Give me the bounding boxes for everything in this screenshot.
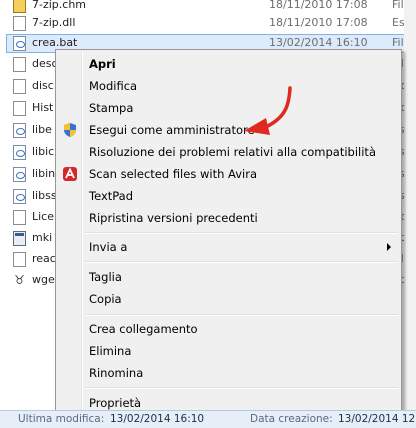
- red-arrow-icon: [244, 86, 292, 135]
